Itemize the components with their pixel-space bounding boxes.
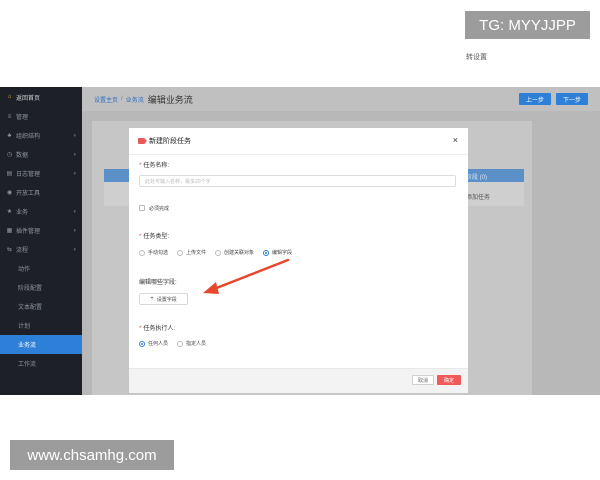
website-watermark: www.chsamhg.com xyxy=(10,440,174,470)
arrow-shaft xyxy=(212,258,290,291)
arrow-head xyxy=(203,282,219,294)
annotation-arrow xyxy=(203,258,290,294)
